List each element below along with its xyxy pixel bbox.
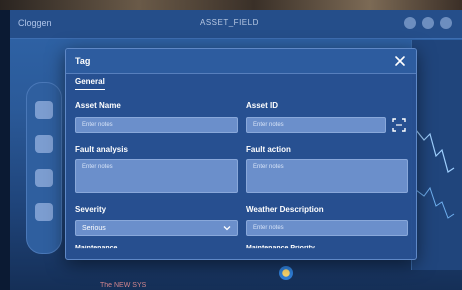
asset-id-input[interactable]: Enter notes	[246, 117, 386, 133]
maintenance-label: Maintenance	[75, 245, 118, 252]
notification-icon[interactable]	[404, 17, 416, 29]
asset-name-input[interactable]: Enter notes	[75, 117, 238, 133]
weather-description-input[interactable]: Enter notes	[246, 220, 408, 236]
app-top-bar: Cloggen ASSET_FIELD	[10, 10, 462, 39]
photo-frame-strip	[0, 0, 462, 10]
fault-action-label: Fault action	[246, 145, 291, 154]
top-bar-icons	[404, 17, 452, 29]
pin-tool-icon[interactable]	[35, 135, 53, 153]
dialog-title: Tag	[75, 56, 91, 66]
app-logo: Cloggen	[18, 18, 52, 28]
tab-general[interactable]: General	[75, 77, 105, 90]
fault-analysis-textarea[interactable]: Enter notes	[75, 159, 238, 193]
asset-name-label: Asset Name	[75, 101, 121, 110]
trend-graph	[415, 129, 455, 219]
tag-dialog: Tag General Asset Name Enter notes Asset…	[65, 48, 417, 260]
close-icon[interactable]	[392, 53, 408, 69]
right-data-panel	[411, 40, 462, 270]
asset-id-label: Asset ID	[246, 101, 279, 110]
text-tool-icon[interactable]	[35, 203, 53, 221]
chevron-down-icon	[223, 226, 231, 231]
dialog-header: Tag	[66, 49, 416, 74]
scan-barcode-icon[interactable]	[392, 118, 406, 132]
user-icon[interactable]	[440, 17, 452, 29]
layers-tool-icon[interactable]	[35, 169, 53, 187]
settings-icon[interactable]	[422, 17, 434, 29]
bottom-caption: The NEW SYS	[100, 282, 147, 289]
severity-label: Severity	[75, 205, 107, 214]
severity-value: Serious	[82, 224, 106, 232]
weather-description-label: Weather Description	[246, 205, 324, 214]
tool-rail	[26, 82, 62, 254]
maintenance-priority-label: Maintenance Priority	[246, 245, 315, 252]
pointer-tool-icon[interactable]	[35, 101, 53, 119]
fault-action-textarea[interactable]: Enter notes	[246, 159, 408, 193]
fault-analysis-label: Fault analysis	[75, 145, 128, 154]
capture-button[interactable]	[279, 266, 293, 280]
severity-select[interactable]: Serious	[75, 220, 238, 236]
app-header-title: ASSET_FIELD	[200, 18, 259, 27]
